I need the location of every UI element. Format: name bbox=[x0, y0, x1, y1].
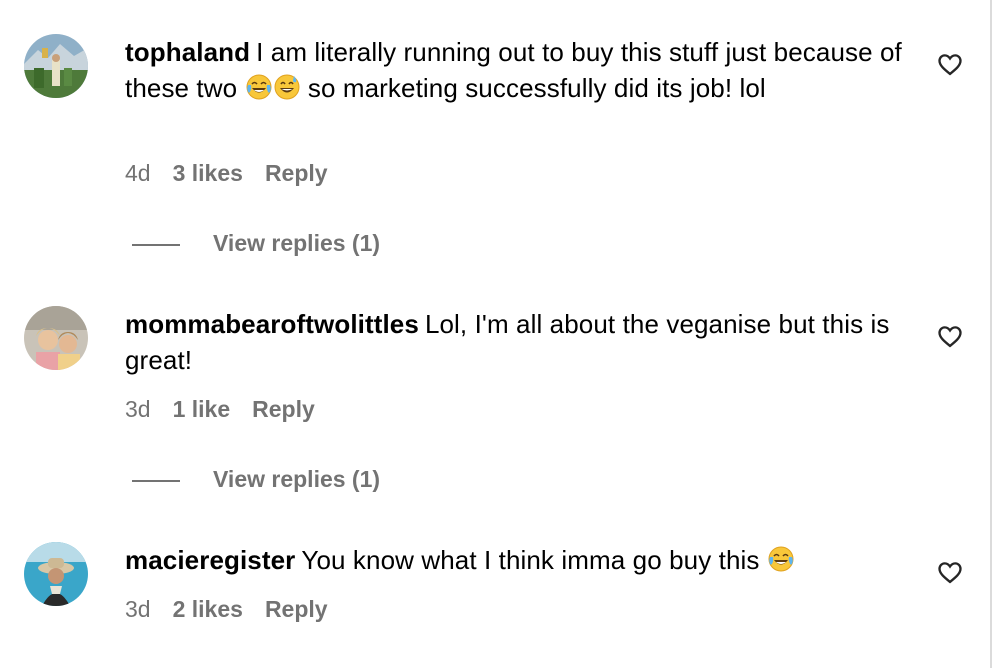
view-replies-label: View replies (1) bbox=[213, 466, 381, 492]
view-replies-button[interactable]: View replies (1) bbox=[132, 230, 380, 257]
comment-text: macieregister You know what I think imma … bbox=[125, 542, 915, 578]
comment-body-continued: so marketing successfully did its job! l… bbox=[307, 73, 766, 103]
heart-outline-icon[interactable] bbox=[936, 322, 964, 350]
face-with-tears-of-joy-icon bbox=[768, 546, 794, 572]
heart-outline-icon[interactable] bbox=[936, 558, 964, 586]
username[interactable]: macieregister bbox=[125, 545, 295, 575]
view-replies-button[interactable]: View replies (1) bbox=[132, 466, 380, 493]
reply-button[interactable]: Reply bbox=[265, 160, 328, 187]
likes-count[interactable]: 1 like bbox=[173, 396, 231, 423]
comment-meta: 3d 1 like Reply bbox=[125, 396, 315, 423]
likes-count[interactable]: 2 likes bbox=[173, 596, 243, 623]
grinning-face-with-sweat-icon bbox=[274, 74, 300, 100]
comment-time[interactable]: 3d bbox=[125, 596, 151, 623]
comment-time[interactable]: 4d bbox=[125, 160, 151, 187]
comment-body: You know what I think imma go buy this bbox=[301, 545, 760, 575]
username[interactable]: tophaland bbox=[125, 37, 250, 67]
divider-line bbox=[132, 243, 180, 246]
reply-button[interactable]: Reply bbox=[265, 596, 328, 623]
avatar[interactable] bbox=[24, 34, 88, 98]
face-with-tears-of-joy-icon bbox=[246, 74, 272, 100]
divider-line bbox=[132, 479, 180, 482]
comment-text: tophaland I am literally running out to b… bbox=[125, 34, 915, 106]
comment-meta: 4d 3 likes Reply bbox=[125, 160, 328, 187]
heart-outline-icon[interactable] bbox=[936, 50, 964, 78]
likes-count[interactable]: 3 likes bbox=[173, 160, 243, 187]
avatar[interactable] bbox=[24, 542, 88, 606]
view-replies-label: View replies (1) bbox=[213, 230, 381, 256]
avatar[interactable] bbox=[24, 306, 88, 370]
reply-button[interactable]: Reply bbox=[252, 396, 315, 423]
comment-text: mommabearoftwolittles Lol, I'm all about … bbox=[125, 306, 915, 378]
comment-meta: 3d 2 likes Reply bbox=[125, 596, 328, 623]
username[interactable]: mommabearoftwolittles bbox=[125, 309, 419, 339]
comment-time[interactable]: 3d bbox=[125, 396, 151, 423]
